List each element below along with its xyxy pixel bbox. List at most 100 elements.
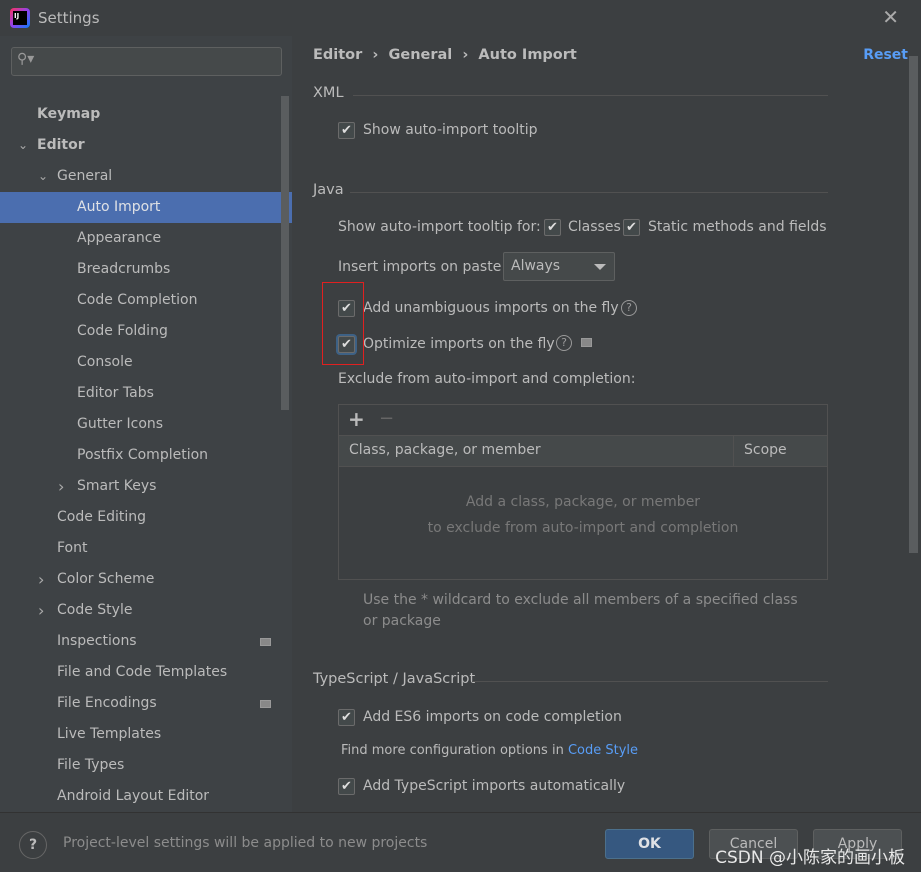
- ok-button[interactable]: OK: [605, 829, 694, 859]
- sidebar-item-label: File and Code Templates: [57, 664, 228, 680]
- close-icon[interactable]: ✕: [882, 5, 899, 29]
- sidebar-item-editor[interactable]: ⌄ Editor: [0, 130, 292, 161]
- sidebar-item-label: Breadcrumbs: [77, 261, 171, 277]
- show-tooltip-label: Show auto-import tooltip: [363, 122, 538, 138]
- sidebar-item-code-folding[interactable]: Code Folding: [0, 316, 292, 347]
- footer: ? Project-level settings will be applied…: [0, 812, 921, 872]
- sidebar-item-auto-import[interactable]: Auto Import: [0, 192, 292, 223]
- sidebar-item-label: Code Editing: [57, 509, 147, 525]
- wildcard-hint: Use the * wildcard to exclude all member…: [363, 592, 798, 629]
- chevron-down-icon[interactable]: ⌄: [38, 161, 48, 192]
- classes-label: Classes: [568, 219, 621, 235]
- static-methods-checkbox[interactable]: ✔: [623, 219, 640, 236]
- chevron-right-icon[interactable]: ›: [38, 595, 44, 626]
- title-bar: IJ Settings ✕: [0, 0, 921, 36]
- settings-sidebar: ⚲▾ Keymap ⌄ Editor ⌄ General Auto Import Appea…: [0, 36, 292, 812]
- search-input[interactable]: ⚲▾: [11, 47, 282, 76]
- empty-line-2: to exclude from auto-import and completi…: [427, 520, 739, 536]
- sidebar-item-gutter-icons[interactable]: Gutter Icons: [0, 409, 292, 440]
- sidebar-item-label: Live Templates: [57, 726, 162, 742]
- window-title: Settings: [38, 9, 100, 27]
- insert-imports-dropdown[interactable]: Always: [503, 252, 615, 281]
- exclude-table: + − Class, package, or member Scope Add …: [338, 404, 828, 580]
- tooltip-for-label: Show auto-import tooltip for:: [338, 219, 541, 235]
- sidebar-item-label: Code Completion: [77, 292, 198, 308]
- sidebar-item-label: Code Folding: [77, 323, 168, 339]
- highlight-annotation: [322, 282, 364, 365]
- empty-table-text: Add a class, package, or member to exclud…: [339, 489, 827, 541]
- sidebar-item-label: Font: [57, 540, 88, 556]
- es6-imports-checkbox[interactable]: ✔: [338, 709, 355, 726]
- help-icon[interactable]: ?: [556, 335, 572, 351]
- chevron-right-icon[interactable]: ›: [58, 471, 64, 502]
- project-scope-icon: [581, 338, 592, 347]
- code-style-link[interactable]: Code Style: [568, 743, 638, 758]
- breadcrumb: Editor › General › Auto Import: [313, 47, 577, 63]
- help-icon[interactable]: ?: [621, 300, 637, 316]
- chevron-down-icon[interactable]: ⌄: [18, 130, 28, 161]
- sidebar-item-label: Appearance: [77, 230, 162, 246]
- sidebar-item-label: Editor Tabs: [77, 385, 154, 401]
- sidebar-item-label: File Types: [57, 757, 125, 773]
- sidebar-item-code-style[interactable]: › Code Style: [0, 595, 292, 626]
- reset-link[interactable]: Reset: [863, 47, 908, 63]
- show-tooltip-checkbox[interactable]: ✔: [338, 122, 355, 139]
- sidebar-item-label: Inspections: [57, 633, 137, 649]
- optimize-imports-label: Optimize imports on the fly: [363, 336, 555, 352]
- sidebar-item-file-types[interactable]: File Types: [0, 750, 292, 781]
- search-icon: ⚲▾: [17, 51, 35, 67]
- sidebar-scrollbar[interactable]: [281, 96, 289, 410]
- project-scope-icon: [260, 638, 271, 646]
- section-ts-title: TypeScript / JavaScript: [313, 671, 476, 687]
- insert-imports-label: Insert imports on paste:: [338, 259, 507, 275]
- static-methods-label: Static methods and fields: [648, 219, 827, 235]
- classes-checkbox[interactable]: ✔: [544, 219, 561, 236]
- add-icon[interactable]: +: [348, 407, 365, 431]
- auto-import-panel: Editor › General › Auto Import Reset XML…: [292, 36, 921, 812]
- column-header-scope[interactable]: Scope: [744, 442, 787, 458]
- ts-auto-imports-label: Add TypeScript imports automatically: [363, 778, 626, 794]
- chevron-right-icon[interactable]: ›: [38, 564, 44, 595]
- sidebar-item-keymap[interactable]: Keymap: [0, 99, 292, 130]
- project-scope-icon: [260, 700, 271, 708]
- sidebar-item-live-templates[interactable]: Live Templates: [0, 719, 292, 750]
- footer-note: Project-level settings will be applied t…: [63, 835, 428, 851]
- sidebar-item-postfix-completion[interactable]: Postfix Completion: [0, 440, 292, 471]
- intellij-logo-icon: IJ: [10, 8, 30, 28]
- sidebar-item-android-layout-editor[interactable]: Android Layout Editor: [0, 781, 292, 812]
- main-scrollbar[interactable]: [909, 56, 918, 553]
- insert-imports-value: Always: [511, 258, 561, 274]
- sidebar-item-label: Editor: [37, 137, 85, 153]
- sidebar-item-console[interactable]: Console: [0, 347, 292, 378]
- sidebar-item-label: Auto Import: [77, 199, 161, 215]
- sidebar-item-font[interactable]: Font: [0, 533, 292, 564]
- watermark: CSDN @小陈家的画小板: [715, 848, 905, 868]
- sidebar-item-label: Console: [77, 354, 133, 370]
- sidebar-item-label: Postfix Completion: [77, 447, 209, 463]
- sidebar-item-general[interactable]: ⌄ General: [0, 161, 292, 192]
- sidebar-item-appearance[interactable]: Appearance: [0, 223, 292, 254]
- sidebar-item-code-completion[interactable]: Code Completion: [0, 285, 292, 316]
- column-header-class[interactable]: Class, package, or member: [349, 442, 541, 458]
- remove-icon[interactable]: −: [379, 408, 394, 429]
- sidebar-item-editor-tabs[interactable]: Editor Tabs: [0, 378, 292, 409]
- sidebar-item-inspections[interactable]: Inspections: [0, 626, 292, 657]
- sidebar-item-label: Color Scheme: [57, 571, 155, 587]
- sidebar-item-label: Keymap: [37, 106, 101, 122]
- sidebar-item-file-and-code-templates[interactable]: File and Code Templates: [0, 657, 292, 688]
- sidebar-item-label: Smart Keys: [77, 478, 157, 494]
- help-button[interactable]: ?: [19, 831, 47, 859]
- sidebar-item-smart-keys[interactable]: › Smart Keys: [0, 471, 292, 502]
- sidebar-item-label: General: [57, 168, 113, 184]
- table-header: Class, package, or member Scope: [339, 436, 827, 467]
- sidebar-item-label: Android Layout Editor: [57, 788, 210, 804]
- sidebar-item-color-scheme[interactable]: › Color Scheme: [0, 564, 292, 595]
- more-options-text: Find more configuration options in: [341, 743, 564, 758]
- chevron-down-icon: [594, 264, 606, 270]
- sidebar-item-breadcrumbs[interactable]: Breadcrumbs: [0, 254, 292, 285]
- sidebar-item-code-editing[interactable]: Code Editing: [0, 502, 292, 533]
- ts-auto-imports-checkbox[interactable]: ✔: [338, 778, 355, 795]
- sidebar-item-label: Code Style: [57, 602, 133, 618]
- section-xml-title: XML: [313, 85, 344, 101]
- sidebar-item-file-encodings[interactable]: File Encodings: [0, 688, 292, 719]
